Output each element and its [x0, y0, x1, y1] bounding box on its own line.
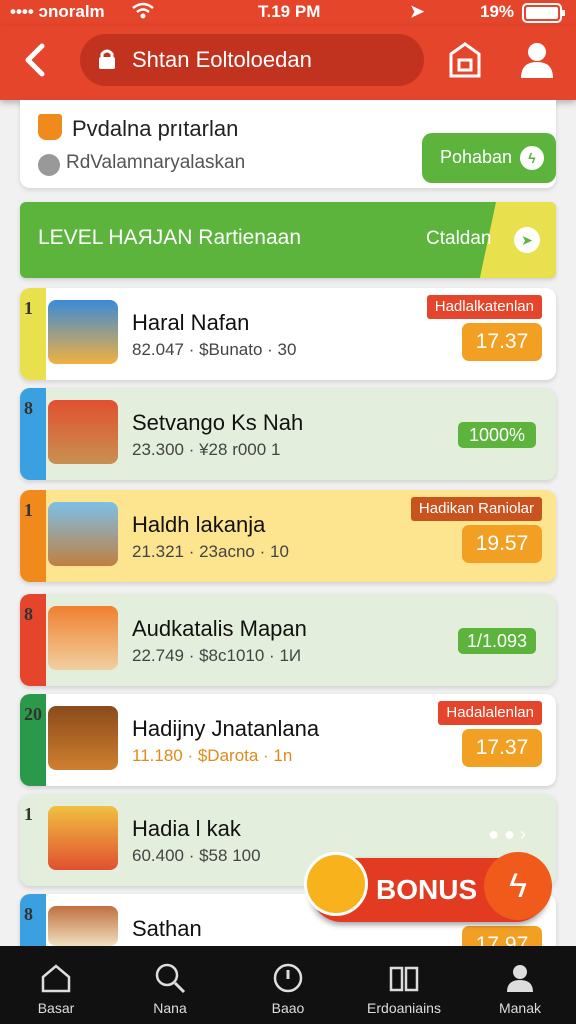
lightning-icon: ϟ [484, 852, 552, 920]
nav-label: Basar [37, 1000, 75, 1016]
promo-button[interactable]: Pohaban ϟ [422, 133, 556, 183]
app-header: Shtan Eoltoloedan [0, 26, 576, 100]
location-icon: ➤ [410, 2, 425, 21]
amount-button[interactable]: 17.37 [462, 729, 542, 767]
status-time: T.19 PM [258, 2, 321, 21]
amount-button[interactable]: 19.57 [462, 525, 542, 563]
amount-button[interactable]: 17.97 [462, 926, 542, 946]
item-name: Setvango Ks Nah [132, 410, 304, 435]
promo-card: Pvdalna prıtarlan RdValamnaryalaskan Poh… [20, 100, 556, 188]
search-icon [155, 963, 186, 994]
item-sub: 21.321 · 23acno · 10 [132, 542, 289, 561]
nav-label: Manak [498, 1000, 542, 1016]
arrow-right-icon: ➤ [514, 227, 540, 253]
avatar [48, 806, 118, 870]
nav-item-docs[interactable]: Erdoaniains [354, 946, 454, 1024]
rank: 1 [24, 804, 33, 824]
list-item[interactable]: 20 Hadijny Jnatanlana 11.180 · $Darota ·… [20, 694, 556, 786]
item-sub: 23.300 · ¥28 r000 1 [132, 440, 281, 459]
profile-button[interactable] [518, 40, 556, 80]
level-title: LEVEL HAЯJAN Rartienaan [38, 226, 302, 249]
avatar [48, 606, 118, 670]
list-item[interactable]: 1 Haldh lakanja 21.321 · 23acno · 10 Had… [20, 490, 556, 582]
rank: 8 [24, 398, 33, 418]
nav-label: Erdoaniains [367, 1000, 441, 1016]
amount-button[interactable]: 17.37 [462, 323, 542, 361]
battery-icon [522, 3, 566, 28]
item-sub: 60.400 · $58 100 [132, 846, 261, 865]
chevron-left-icon [25, 43, 45, 77]
bolt-icon: ϟ [520, 146, 544, 170]
status-bar: •••• ɔnoralm T.19 PM ➤ 19% [0, 0, 576, 26]
promo-button-label: Pohaban [440, 147, 513, 167]
nav-item-home[interactable]: Basar [6, 946, 106, 1024]
item-name: Hadijny Jnatanlana [132, 716, 320, 741]
coin-icon [38, 154, 60, 176]
search-text: Shtan Eoltoloedan [132, 47, 312, 72]
bottom-nav: Basar Nana Baao Erdoaniains Manak [0, 946, 576, 1024]
item-name: Hadia l kak [132, 816, 241, 841]
pager-dots-icon: ● ● › [488, 824, 526, 844]
back-button[interactable] [18, 40, 52, 80]
promo-title: Pvdalna prıtarlan [72, 116, 239, 141]
level-action-label: Ctaldan [426, 228, 492, 249]
nav-item-search[interactable]: Nana [120, 946, 220, 1024]
store-icon [449, 42, 481, 78]
user-icon [507, 965, 533, 992]
rank: 8 [24, 904, 33, 924]
item-name: Haral Nafan [132, 310, 250, 335]
wifi-icon [132, 2, 154, 25]
item-name: Haldh lakanja [132, 512, 266, 537]
status-badge: Hadikan Raniolar [410, 497, 542, 521]
item-sub: 11.180 · $Darota · 1n [132, 746, 293, 765]
avatar [48, 706, 118, 770]
percent-badge: 1/1.093 [458, 628, 536, 654]
level-banner[interactable]: LEVEL HAЯJAN Rartienaan Ctaldan ➤ [20, 202, 556, 278]
bonus-button[interactable]: BONUS ϟ [304, 852, 552, 922]
search-bar[interactable]: Shtan Eoltoloedan [80, 34, 424, 86]
carrier-label: •••• ɔnoralm [10, 2, 105, 21]
status-badge: Hadalalenlan [438, 701, 542, 725]
list-item[interactable]: 8 Setvango Ks Nah 23.300 · ¥28 r000 1 10… [20, 388, 556, 480]
home-icon [41, 964, 71, 993]
clock-icon [273, 963, 303, 993]
nav-label: Nana [153, 1000, 187, 1016]
avatar [48, 906, 118, 946]
rank: 1 [24, 298, 33, 318]
medal-icon [38, 114, 62, 140]
avatar [48, 300, 118, 364]
item-sub: 82.047 · $Bunato · 30 [132, 340, 297, 359]
status-badge: Hadlalkatenlan [426, 295, 542, 319]
user-icon [521, 43, 553, 78]
item-name: Audkatalis Mapan [132, 616, 307, 641]
rank: 20 [24, 704, 42, 724]
avatar [48, 400, 118, 464]
item-sub: 22.749 · $8c1010 · 1И [132, 646, 302, 665]
promo-subtitle: RdValamnaryalaskan [66, 152, 246, 173]
smiley-sun-icon [304, 852, 368, 916]
lock-icon [99, 49, 115, 69]
list-item[interactable]: 8 Audkatalis Mapan 22.749 · $8c1010 · 1И… [20, 594, 556, 686]
list-item[interactable]: 1 Haral Nafan 82.047 · $Bunato · 30 Hadl… [20, 288, 556, 380]
book-icon [389, 966, 419, 992]
shop-button[interactable] [446, 40, 484, 80]
rank: 1 [24, 500, 33, 520]
nav-label: Baao [271, 1000, 305, 1016]
bonus-label: BONUS [376, 874, 478, 905]
rank: 8 [24, 604, 33, 624]
item-name: Sathan [132, 916, 202, 941]
avatar [48, 502, 118, 566]
battery-percent: 19% [480, 2, 515, 21]
percent-badge: 1000% [458, 422, 536, 448]
nav-item-profile[interactable]: Manak [470, 946, 570, 1024]
nav-item-clock[interactable]: Baao [238, 946, 338, 1024]
